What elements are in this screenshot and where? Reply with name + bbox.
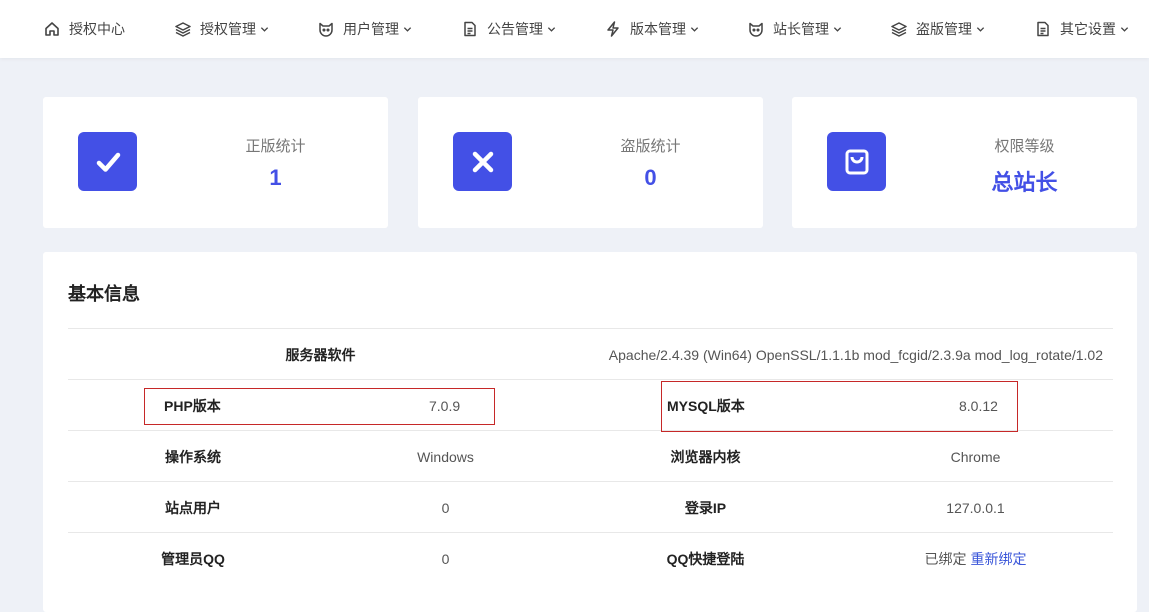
table-row: 服务器软件 Apache/2.4.39 (Win64) OpenSSL/1.1.…: [68, 328, 1113, 379]
lightning-icon: [605, 21, 621, 37]
home-icon: [44, 21, 60, 37]
card-label: 正版统计: [245, 138, 306, 155]
chevron-down-icon: [260, 25, 269, 34]
card-value: 0: [644, 165, 657, 190]
os-value: Windows: [417, 448, 474, 465]
qq-bound-status: 已绑定: [924, 550, 967, 567]
mysql-version-label: MYSQL版本: [667, 397, 745, 414]
chevron-down-icon: [547, 25, 556, 34]
nav-item-webmaster-management[interactable]: 站长管理: [748, 0, 842, 58]
genuine-stats-card: 正版统计 1: [43, 97, 388, 228]
nav-item-auth-center[interactable]: 授权中心: [44, 0, 125, 58]
php-version-label: PHP版本: [164, 397, 221, 414]
top-navigation: 授权中心 授权管理 用户管理 公告管理 版本管理 站长管理 盗版管理 其它设置: [0, 0, 1149, 58]
login-ip-value: 127.0.0.1: [946, 499, 1005, 516]
table-row: PHP版本 7.0.9 MYSQL版本 8.0.12: [68, 379, 1113, 430]
layers-icon: [891, 21, 907, 37]
nav-item-version-management[interactable]: 版本管理: [605, 0, 699, 58]
nav-item-user-management[interactable]: 用户管理: [318, 0, 412, 58]
card-label: 盗版统计: [620, 138, 681, 155]
basic-info-panel: 基本信息 服务器软件 Apache/2.4.39 (Win64) OpenSSL…: [43, 252, 1137, 612]
chevron-down-icon: [403, 25, 412, 34]
permission-level-card: 权限等级 总站长: [792, 97, 1137, 228]
user-shield-icon: [748, 21, 764, 37]
shopping-bag-icon: [827, 132, 886, 191]
piracy-stats-card: 盗版统计 0: [418, 97, 763, 228]
chevron-down-icon: [833, 25, 842, 34]
server-software-label: 服务器软件: [285, 346, 356, 363]
nav-label: 其它设置: [1060, 21, 1116, 37]
chevron-down-icon: [1120, 25, 1129, 34]
admin-qq-value: 0: [441, 550, 450, 567]
nav-label: 公告管理: [487, 21, 543, 37]
close-icon: [453, 132, 512, 191]
layers-icon: [175, 21, 191, 37]
document-icon: [462, 21, 478, 37]
nav-item-piracy-management[interactable]: 盗版管理: [891, 0, 985, 58]
nav-label: 授权管理: [200, 21, 256, 37]
card-label: 权限等级: [994, 138, 1055, 155]
site-users-label: 站点用户: [165, 499, 221, 516]
nav-item-other-settings[interactable]: 其它设置: [1035, 0, 1129, 58]
site-users-value: 0: [441, 499, 450, 516]
check-icon: [78, 132, 137, 191]
os-label: 操作系统: [165, 448, 221, 465]
browser-kernel-value: Chrome: [950, 448, 1001, 465]
nav-item-announcement-management[interactable]: 公告管理: [462, 0, 556, 58]
server-software-value: Apache/2.4.39 (Win64) OpenSSL/1.1.1b mod…: [608, 346, 1103, 363]
nav-item-auth-management[interactable]: 授权管理: [175, 0, 269, 58]
nav-label: 用户管理: [343, 21, 399, 37]
document-icon: [1035, 21, 1051, 37]
rebind-link[interactable]: 重新绑定: [971, 549, 1027, 569]
panel-title: 基本信息: [68, 284, 140, 304]
login-ip-label: 登录IP: [684, 499, 727, 516]
qq-quick-login-label: QQ快捷登陆: [666, 550, 745, 567]
table-row: 操作系统 Windows 浏览器内核 Chrome: [68, 430, 1113, 481]
nav-label: 站长管理: [773, 21, 829, 37]
info-table: 服务器软件 Apache/2.4.39 (Win64) OpenSSL/1.1.…: [68, 328, 1113, 583]
php-version-value: 7.0.9: [429, 397, 461, 414]
mysql-version-value: 8.0.12: [959, 397, 998, 414]
card-value: 总站长: [991, 170, 1058, 195]
table-row: 管理员QQ 0 QQ快捷登陆 已绑定 重新绑定: [68, 532, 1113, 583]
card-value: 1: [269, 165, 282, 190]
nav-label: 授权中心: [69, 21, 125, 37]
chevron-down-icon: [690, 25, 699, 34]
qq-quick-login-status: 已绑定 重新绑定: [838, 533, 1113, 584]
browser-kernel-label: 浏览器内核: [670, 448, 741, 465]
user-shield-icon: [318, 21, 334, 37]
nav-label: 盗版管理: [916, 21, 972, 37]
admin-qq-label: 管理员QQ: [161, 550, 225, 567]
table-row: 站点用户 0 登录IP 127.0.0.1: [68, 481, 1113, 532]
nav-label: 版本管理: [630, 21, 686, 37]
chevron-down-icon: [976, 25, 985, 34]
